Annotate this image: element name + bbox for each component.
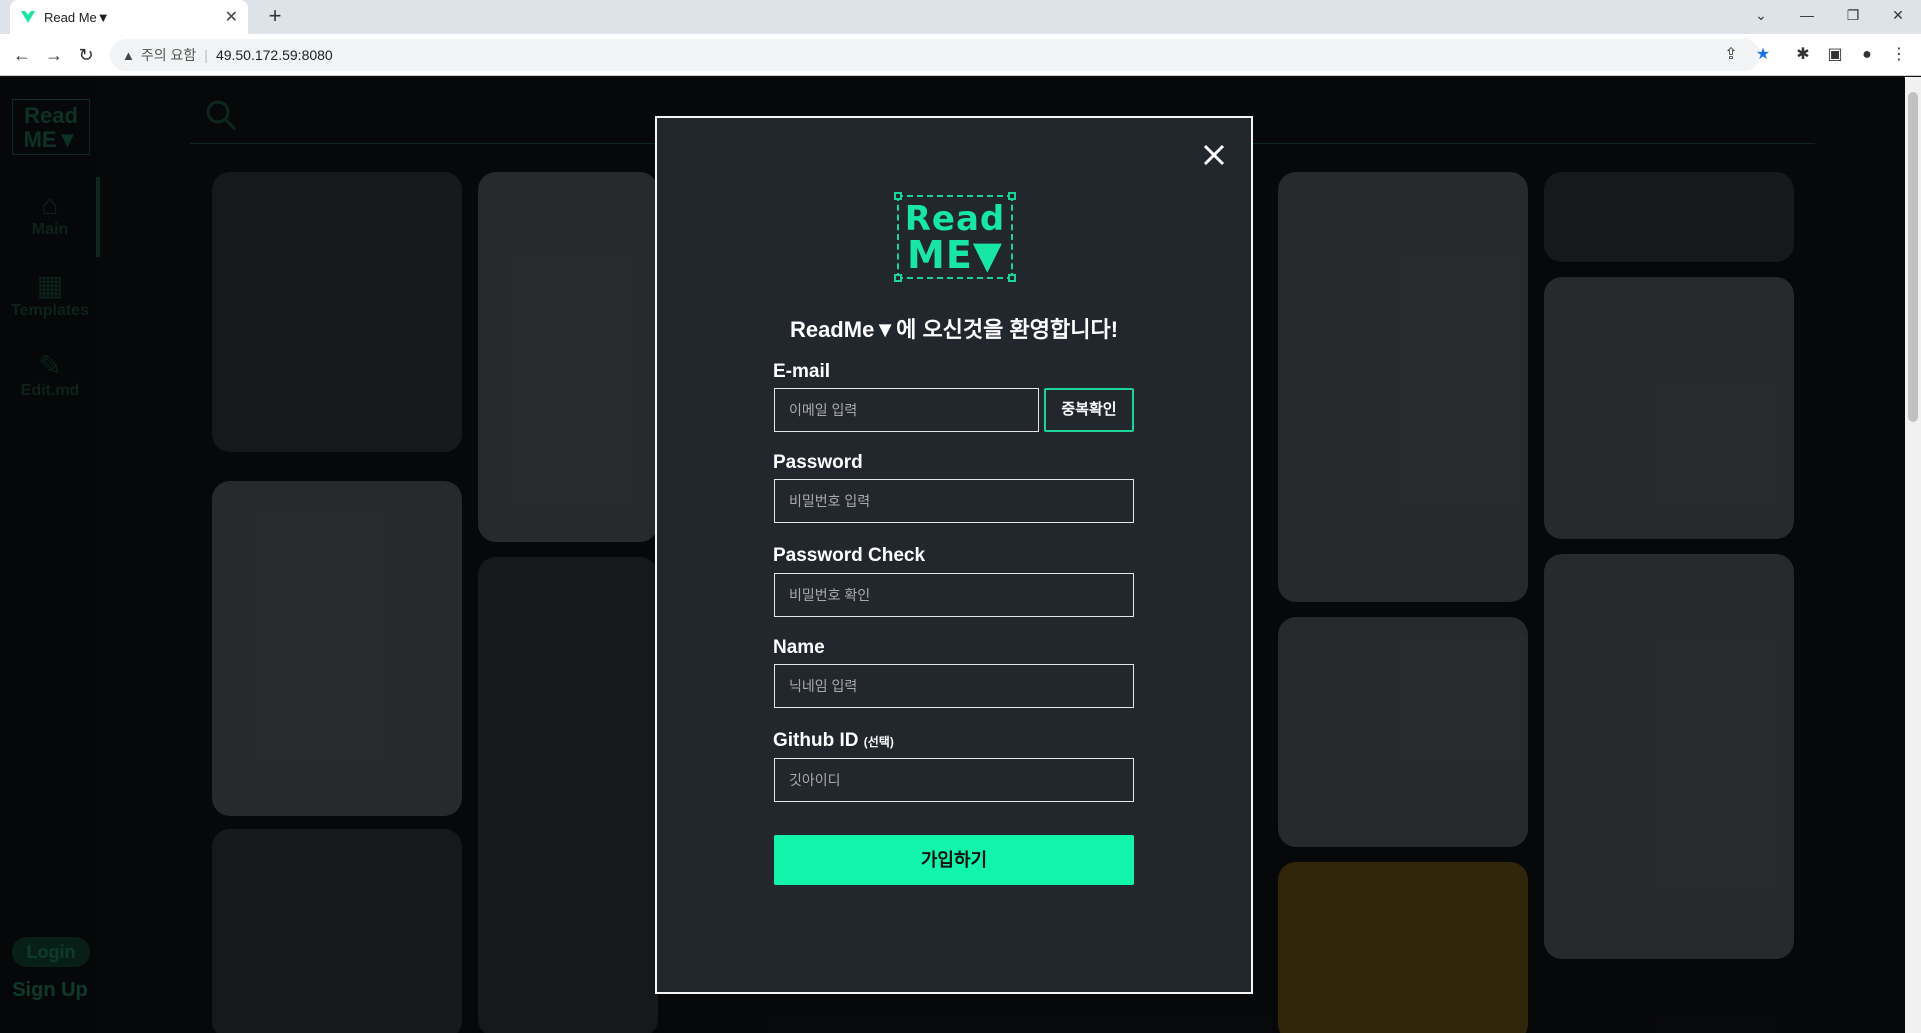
security-label: 주의 요함 [140,47,197,63]
signup-modal: Read ME▼ ReadMe▼에 오신것을 환영합니다! E-mail 이메일… [655,116,1253,994]
forward-icon[interactable]: → [42,43,66,67]
password-field[interactable]: 비밀번호 입력 [774,479,1134,523]
password-label: Password [773,452,863,473]
address-bar-row: ← → ↻ ▲ 주의 요함 | 49.50.172.59:8080 ⇪ ★ ✱ … [0,34,1921,76]
github-optional-note: (선택) [863,735,894,749]
new-tab-button[interactable]: + [262,4,288,30]
menu-kebab-icon[interactable]: ⋮ [1888,44,1910,66]
logo-corner-handle [1008,192,1016,200]
tab-search-icon[interactable]: ⌄ [1738,0,1784,30]
logo-corner-handle [894,274,902,282]
warning-icon: ▲ [122,47,135,63]
window-close-icon[interactable]: ✕ [1875,0,1921,30]
url-bar[interactable]: ▲ 주의 요함 | 49.50.172.59:8080 [110,39,1760,71]
name-field[interactable]: 닉네임 입력 [774,664,1134,708]
url-separator: | [204,47,208,63]
restore-icon[interactable]: ❐ [1830,0,1876,30]
welcome-heading: ReadMe▼에 오신것을 환영합니다! [789,317,1119,342]
github-label-text: Github ID [773,730,859,751]
browser-tab[interactable]: Read Me▼ ✕ [10,0,248,34]
password-check-field[interactable]: 비밀번호 확인 [774,573,1134,617]
email-field[interactable]: 이메일 입력 [774,388,1039,432]
logo-corner-handle [1008,274,1016,282]
password-check-label: Password Check [773,545,926,566]
email-label: E-mail [773,361,831,382]
github-label: Github ID (선택) [773,730,894,752]
extensions-icon[interactable]: ✱ [1792,44,1814,66]
signup-submit-button[interactable]: 가입하기 [774,835,1134,885]
browser-tab-bar: Read Me▼ ✕ + ⌄ — ❐ ✕ [0,0,1921,34]
name-label: Name [773,637,825,658]
github-id-field[interactable]: 깃아이디 [774,758,1134,802]
tab-title: Read Me▼ [44,9,110,25]
readme-favicon-icon [20,9,36,25]
reload-icon[interactable]: ↻ [74,43,98,67]
minimize-icon[interactable]: — [1784,0,1830,30]
logo-corner-handle [894,192,902,200]
share-icon[interactable]: ⇪ [1720,44,1742,66]
close-icon[interactable] [1197,138,1231,172]
back-icon[interactable]: ← [10,43,34,67]
bookmark-star-icon[interactable]: ★ [1752,44,1774,66]
readme-logo: Read ME▼ [894,192,1016,282]
logo-line1: Read [904,199,1006,239]
profile-avatar-icon[interactable]: ● [1856,44,1878,66]
page-scrollbar[interactable] [1905,77,1921,1033]
close-tab-icon[interactable]: ✕ [225,7,238,27]
url-text: 49.50.172.59:8080 [215,47,333,63]
side-panel-icon[interactable]: ▣ [1824,44,1846,66]
logo-line2: ME▼ [907,233,1003,277]
scrollbar-thumb[interactable] [1908,92,1918,422]
duplicate-check-button[interactable]: 중복확인 [1044,388,1134,432]
